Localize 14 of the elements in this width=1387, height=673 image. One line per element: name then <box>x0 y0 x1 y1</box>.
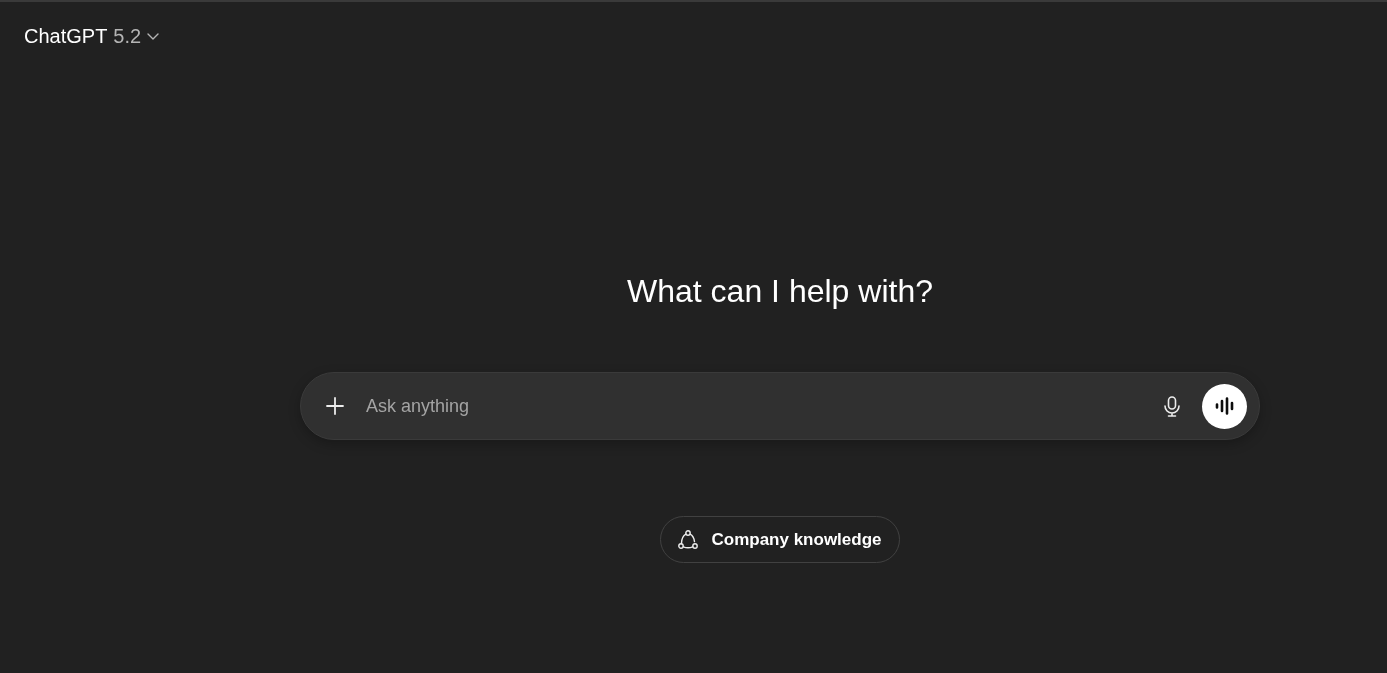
microphone-icon <box>1164 395 1180 417</box>
tool-label: Company knowledge <box>711 528 882 551</box>
model-version: 5.2 <box>113 24 142 49</box>
app-title: ChatGPT <box>24 24 108 49</box>
chevron-down-icon <box>147 32 160 40</box>
page-heading: What can I help with? <box>627 272 933 311</box>
message-input[interactable]: Ask anything <box>300 372 1260 440</box>
plus-icon <box>326 397 344 415</box>
add-button[interactable] <box>326 397 344 415</box>
model-selector[interactable]: ChatGPT 5.2 <box>24 22 160 50</box>
connected-nodes-icon <box>678 530 699 549</box>
prompt-field[interactable]: Ask anything <box>366 392 1154 420</box>
voice-mode-button[interactable] <box>1202 383 1247 429</box>
waveform-icon <box>1214 397 1235 415</box>
